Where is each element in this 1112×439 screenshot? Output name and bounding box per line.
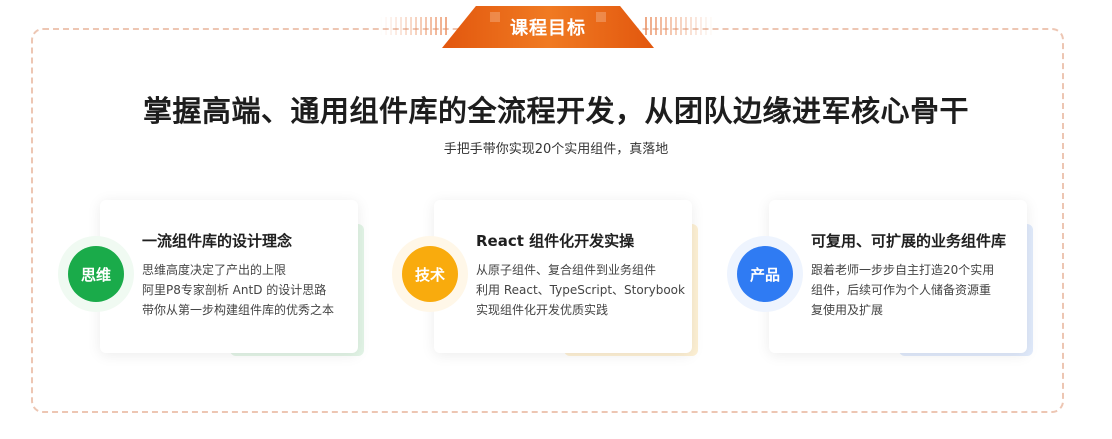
page-title: 掌握高端、通用组件库的全流程开发，从团队边缘进军核心骨干 bbox=[142, 94, 969, 128]
badge-ribbon: 课程目标 bbox=[442, 6, 654, 48]
card-description: 思维高度决定了产出的上限 阿里P8专家剖析 AntD 的设计思路 带你从第一步构… bbox=[142, 260, 334, 320]
card-title: 可复用、可扩展的业务组件库 bbox=[811, 232, 1007, 250]
badge-stripes-right bbox=[645, 17, 715, 35]
tag-label: 技术 bbox=[414, 265, 445, 284]
card-line: 实现组件化开发优质实践 bbox=[476, 303, 609, 317]
card-line: 利用 React、TypeScript、Storybook bbox=[476, 283, 685, 297]
tag-circle: 产品 bbox=[737, 246, 793, 302]
tag-label: 思维 bbox=[80, 265, 111, 284]
badge-stripes-left bbox=[380, 17, 450, 35]
page-subtitle: 手把手带你实现20个实用组件，真落地 bbox=[443, 142, 669, 157]
card-description: 跟着老师一步步自主打造20个实用 组件，后续可作为个人储备资源重 复使用及扩展 bbox=[811, 260, 994, 320]
card-line: 带你从第一步构建组件库的优秀之本 bbox=[142, 303, 335, 317]
card-line: 阿里P8专家剖析 AntD 的设计思路 bbox=[142, 283, 327, 297]
card-description: 从原子组件、复合组件到业务组件 利用 React、TypeScript、Stor… bbox=[476, 260, 685, 320]
tag-circle: 技术 bbox=[402, 246, 458, 302]
goal-card-thinking: 思维 一流组件库的设计理念 思维高度决定了产出的上限 阿里P8专家剖析 AntD… bbox=[58, 200, 370, 360]
section-badge: 课程目标 bbox=[380, 6, 715, 50]
card-title: React 组件化开发实操 bbox=[476, 232, 635, 250]
card-body: 产品 可复用、可扩展的业务组件库 跟着老师一步步自主打造20个实用 组件，后续可… bbox=[727, 200, 1027, 353]
tag-label: 产品 bbox=[749, 265, 780, 284]
goal-card-product: 产品 可复用、可扩展的业务组件库 跟着老师一步步自主打造20个实用 组件，后续可… bbox=[727, 200, 1039, 360]
card-title: 一流组件库的设计理念 bbox=[142, 232, 293, 250]
card-body: 技术 React 组件化开发实操 从原子组件、复合组件到业务组件 利用 Reac… bbox=[392, 200, 692, 353]
badge-label: 课程目标 bbox=[510, 18, 586, 39]
card-line: 从原子组件、复合组件到业务组件 bbox=[476, 263, 657, 277]
card-line: 思维高度决定了产出的上限 bbox=[142, 263, 287, 277]
tag-circle: 思维 bbox=[68, 246, 124, 302]
card-line: 跟着老师一步步自主打造20个实用 bbox=[811, 263, 995, 277]
card-line: 组件，后续可作为个人储备资源重 bbox=[811, 283, 992, 297]
goal-card-tech: 技术 React 组件化开发实操 从原子组件、复合组件到业务组件 利用 Reac… bbox=[392, 200, 704, 360]
card-line: 复使用及扩展 bbox=[811, 303, 884, 317]
card-body: 思维 一流组件库的设计理念 思维高度决定了产出的上限 阿里P8专家剖析 AntD… bbox=[58, 200, 358, 353]
